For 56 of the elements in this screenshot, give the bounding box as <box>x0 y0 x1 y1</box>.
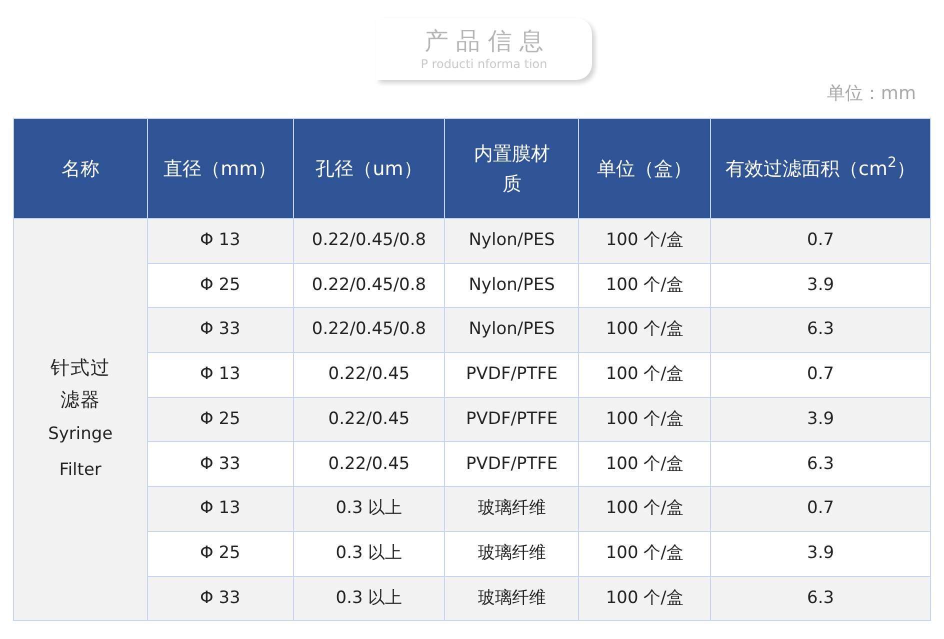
table-cell: 玻璃纤维 <box>478 498 546 518</box>
column-header: 直径（mm） <box>164 156 277 182</box>
table-cell: 100 个/盒 <box>606 364 684 384</box>
table-cell: Φ 13 <box>200 230 240 250</box>
column-header: 名称 <box>61 156 100 182</box>
table-cell: 玻璃纤维 <box>478 542 546 563</box>
product-name-english: Syringe <box>47 422 114 446</box>
table-cell: 100 个/盒 <box>606 319 684 340</box>
table-cell: 0.3 以上 <box>336 498 402 518</box>
table-cell: Nylon/PES <box>468 319 555 340</box>
unit-note: 单位：mm <box>826 82 916 106</box>
table-cell: 0.22/0.45 <box>328 454 410 474</box>
table-cell: 100 个/盒 <box>606 454 684 474</box>
table-cell: 0.7 <box>807 498 834 518</box>
table-cell: 3.9 <box>807 274 834 295</box>
column-header: 单位（盒） <box>597 156 692 182</box>
table-cell: 0.3 以上 <box>336 588 402 608</box>
table-cell: 0.22/0.45/0.8 <box>312 319 426 340</box>
table-cell: 0.22/0.45/0.8 <box>312 274 426 295</box>
table-cell: 100 个/盒 <box>606 408 684 429</box>
table-cell: 0.3 以上 <box>336 542 402 563</box>
table-cell: 100 个/盒 <box>606 274 684 295</box>
column-header: 孔径（um） <box>316 156 422 182</box>
table-cell: 0.7 <box>807 364 834 384</box>
table-cell: 6.3 <box>807 319 834 340</box>
section-title: 产 品 信 息 <box>424 26 544 56</box>
table-cell: Φ 33 <box>200 588 240 608</box>
table-cell: PVDF/PTFE <box>466 454 558 474</box>
table-cell: 100 个/盒 <box>606 230 684 250</box>
product-name-english: Filter <box>58 458 102 482</box>
table-cell: 0.7 <box>807 230 834 250</box>
table-cell: Φ 33 <box>200 319 240 340</box>
table-cell: Nylon/PES <box>468 230 555 250</box>
table-cell: 3.9 <box>807 542 834 563</box>
table-cell: PVDF/PTFE <box>466 408 558 429</box>
table-cell: Φ 33 <box>200 454 240 474</box>
table-cell: 6.3 <box>807 588 834 608</box>
table-cell: Φ 25 <box>200 274 240 295</box>
column-header: 有效过滤面积（cm$^{2}$） <box>726 154 916 182</box>
table-cell: 100 个/盒 <box>606 588 684 608</box>
table-cell: 100 个/盒 <box>606 498 684 518</box>
table-cell: Φ 13 <box>200 498 240 518</box>
table-cell: 3.9 <box>807 408 834 429</box>
table-cell: 0.22/0.45/0.8 <box>312 230 426 250</box>
table-cell: 6.3 <box>807 454 834 474</box>
column-header: 内置膜材质 <box>472 142 551 196</box>
table-cell: 0.22/0.45 <box>328 364 410 384</box>
table-cell: Φ 25 <box>200 408 240 429</box>
table-cell: 玻璃纤维 <box>478 588 546 608</box>
table-cell: 0.22/0.45 <box>328 408 410 429</box>
table-cell: PVDF/PTFE <box>466 364 558 384</box>
product-name: 针式过滤器 <box>49 356 112 413</box>
table-cell: Nylon/PES <box>468 274 555 295</box>
table-cell: Φ 25 <box>200 542 240 563</box>
table-cell: 100 个/盒 <box>606 542 684 563</box>
table-cell: Φ 13 <box>200 364 240 384</box>
